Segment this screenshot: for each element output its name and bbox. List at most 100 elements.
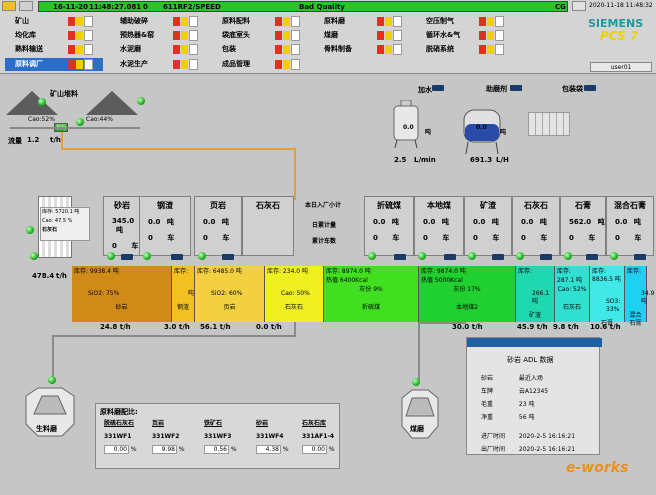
material-card[interactable]: 混合石膏 0.0 吨 0 车 [606,196,654,256]
ratio-item: 铁矿石 331WF3 0.56 % [204,418,250,454]
warning-tag-icon [487,44,494,54]
ratio-value[interactable]: 0.56 % [204,445,250,454]
stock-bar[interactable]: 库存: 266.1 吨 矿渣 [516,266,555,322]
stock-bar[interactable]: 库存: 234.0 吨 Cao: 50% 石灰石 [265,266,324,322]
warning-tag-icon [487,16,494,26]
card-weight: 0.0 吨 [373,218,399,226]
stock-bar[interactable]: 库存: 9874.0 吨 热值 5000Kcal 灰份 17% 本地煤2 [419,266,516,322]
card-trucks: 0 车 [473,234,500,242]
ratio-panel: 原料磨配比: 脱硫石灰石 331WF1 0.00 % 页岩 331WF2 9.9… [95,403,340,469]
material-card[interactable]: 钢渣 0.0 吨 0 车 [139,196,191,256]
user-field[interactable]: user01 [590,62,652,72]
stock-bar[interactable]: 库存: 8836.5 吨 SO3: 33% 石膏 [590,266,625,327]
datetime: 2020-11-18 11:48:32 [589,2,653,9]
flow-readout: 10.6 t/h [590,323,621,331]
silo-flow-unit: t/h [56,272,67,280]
flow-readout: 30.0 t/h [452,323,483,331]
alarm-icon[interactable] [572,1,586,11]
alarm-tag-icon [173,30,180,40]
material-card[interactable]: 砂岩 345.0 吨 0 车 [103,196,141,256]
nav-item[interactable]: 水泥磨 [110,43,208,56]
nav-label: 辅助破碎 [120,17,148,25]
card-trucks: 0 车 [148,234,175,242]
feed-line [52,336,54,380]
material-card[interactable]: 矿渣 0.0 吨 0 车 [464,196,512,256]
bar-line: 库存: [174,268,189,275]
nav-item[interactable]: 袋底室头 [212,29,310,42]
material-card[interactable]: 石膏 562.0 吨 0 车 [560,196,606,256]
maint-tag-icon [189,43,198,55]
ratio-value[interactable]: 4.38 % [256,445,302,454]
bar-line: 库存: 234.0 吨 [267,268,309,275]
material-card[interactable]: 本地煤 0.0 吨 0 车 [414,196,464,256]
adl-value: 最近入场 [518,375,543,382]
stock-bar[interactable]: 库存: 34.9 吨 混合石膏 [625,266,654,327]
nav-item[interactable]: 原料调厂 [5,58,103,71]
card-title: 石灰石 [256,201,280,210]
nav-item[interactable]: 脱硝系统 [416,43,514,56]
nav-item[interactable]: 熟料输送 [5,43,103,56]
ratio-value[interactable]: 9.98 % [152,445,198,454]
nav-item[interactable]: 预热器&窑 [110,29,208,42]
maint-tag-icon [84,15,93,27]
warning-tag-icon [487,30,494,40]
nav-item[interactable]: 煤磨 [314,29,412,42]
alarm-tag-icon [479,16,486,26]
nav-item[interactable]: 循环水&气 [416,29,514,42]
nav-item[interactable]: 水泥生产 [110,58,208,71]
bar-line: 钢渣 [176,304,189,311]
card-title: 折硫煤 [377,201,401,210]
nav-item[interactable]: 空压制气 [416,15,514,28]
truck-icon [584,85,596,91]
nav-label: 原料磨 [324,17,345,25]
adl-key: 净重 [481,414,494,421]
status-dot [198,252,206,260]
ratio-value[interactable]: 0.00 % [104,445,150,454]
silo-info: 库存: 5720.1 吨 Cao: 47.5 % 石灰石 [40,207,90,241]
feed-line [418,322,466,324]
stock-bar[interactable]: 库存: 6485.0 吨 SiO2: 60% 页岩 [195,266,265,322]
status-dot [137,97,145,105]
status-dot [516,252,524,260]
alarm-tag-icon [275,59,282,69]
material-card[interactable]: 折硫煤 0.0 吨 0 车 [364,196,414,256]
status-dot [76,118,84,126]
stock-bar[interactable]: 库存: 8974.0 吨 热值 6400Kcal 灰份 9% 折硫煤 [324,266,419,322]
stock-bar[interactable]: 库存: 287.1 吨 Cao: 52% 石灰石 [555,266,590,322]
maint-tag-icon [393,15,402,27]
stock-bar[interactable]: 库存: 9938.4 吨 SiO2: 75% 砂岩 [72,266,172,322]
adl-key: 毛重 [481,401,494,408]
status-date: 16-11-20 [53,3,89,11]
bar-line: 库存: 6485.0 吨 [197,268,242,275]
bar-line: 266.1 吨 [532,290,550,305]
nav-item[interactable]: 矿山 [5,15,103,28]
alarm-tag-icon [479,30,486,40]
pipe [61,148,296,150]
nav-item[interactable]: 辅助破碎 [110,15,208,28]
ratio-value[interactable]: 0.00 % [302,445,348,454]
nav-item[interactable]: 包装 [212,43,310,56]
adl-key: 车牌 [481,388,494,395]
material-card[interactable]: 石灰石 [242,196,294,256]
bar-line: 石灰石 [284,304,303,311]
alarm-tag-icon [68,16,75,26]
alarm-tag-icon [377,30,384,40]
status-dot [468,252,476,260]
nav-item[interactable]: 原料磨 [314,15,412,28]
nav-item[interactable]: 均化库 [5,29,103,42]
edit-icon[interactable] [19,1,33,11]
flow-readout: 9.8 t/h [553,323,579,331]
ratio-code: 331WF2 [152,433,180,440]
maint-tag-icon [495,15,504,27]
nav-item[interactable]: 成品管理 [212,58,310,71]
truck-icon [171,254,183,260]
material-card[interactable]: 石灰石 0.0 吨 0 车 [512,196,560,256]
alarm-tag-icon [173,59,180,69]
alarm-tag-icon [68,30,75,40]
nav-item[interactable]: 骨料制备 [314,43,412,56]
material-card[interactable]: 页岩 0.0 吨 0 车 [194,196,242,256]
status-cg: CG [555,3,566,11]
stock-bar[interactable]: 库存: 吨 钢渣 [172,266,195,322]
status-dot [610,252,618,260]
nav-item[interactable]: 原料配料 [212,15,310,28]
